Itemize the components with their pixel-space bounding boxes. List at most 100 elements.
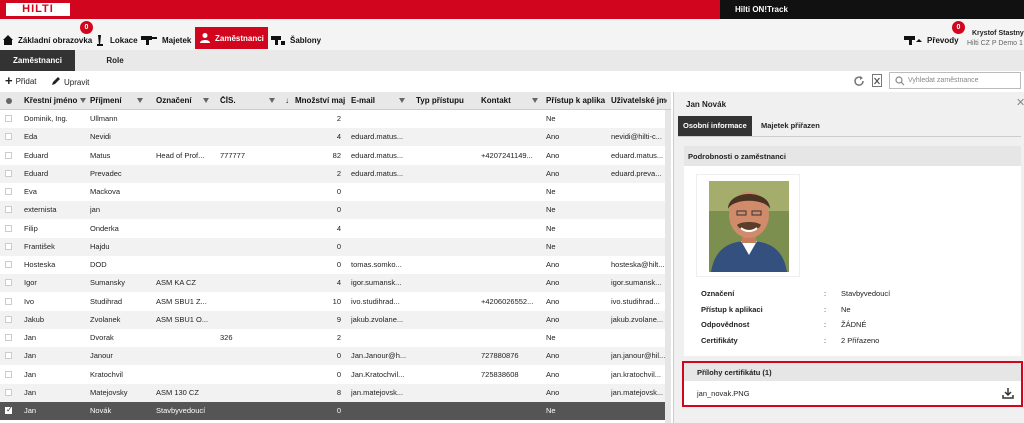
table-row[interactable]: Dominik, Ing. Ullmann 2 Ne [0, 110, 671, 128]
filter-icon[interactable] [269, 98, 275, 103]
nav-home[interactable]: Základní obrazovka [2, 29, 92, 51]
table-cell: jan.matejovsk... [351, 387, 404, 397]
col-first-name[interactable]: Křestní jméno [24, 96, 80, 105]
table-cell: 2 [336, 333, 341, 342]
table-row[interactable]: Eva Mackova 0 Ne [0, 183, 671, 201]
filter-icon[interactable] [137, 98, 143, 103]
nav-locations[interactable]: Lokace [94, 29, 138, 51]
table-cell: tomas.somko... [351, 260, 402, 269]
edit-button[interactable]: Upravit [51, 76, 89, 88]
table-row[interactable]: František Hajdu 0 Ne [0, 237, 671, 256]
add-button[interactable]: + Přidat [5, 74, 37, 87]
row-checkbox[interactable] [5, 315, 12, 323]
col-email[interactable]: E-mail [351, 96, 399, 105]
table-cell: 4 [336, 132, 341, 142]
product-name: Hilti ON!Track [735, 5, 788, 14]
close-icon[interactable]: ✕ [1016, 96, 1024, 109]
tab-assigned-assets[interactable]: Majetek přiřazen [756, 116, 825, 136]
col-number[interactable]: ČÍS. [220, 96, 266, 105]
table-row[interactable]: Jan Kratochvil 0 Jan.Kratochvil... 725838608… [0, 366, 671, 384]
table-cell: Nevidi [90, 132, 111, 142]
hilti-logo: HILTI [6, 3, 70, 16]
user-name[interactable]: Krystof Stastny [972, 30, 1024, 37]
table-cell: 0 [336, 187, 341, 196]
attachment-file-link[interactable]: jan_novak.PNG [697, 389, 750, 398]
table-row[interactable]: Ivo Studihrad ASM SBU1 Z... 10 ivo.studihrad… [0, 293, 671, 311]
filter-icon[interactable] [203, 98, 209, 103]
row-checkbox[interactable] [5, 261, 12, 268]
row-checkbox[interactable] [5, 151, 12, 159]
table-cell: ASM SBU1 O... [156, 314, 209, 324]
field-app-access-value: Ne [841, 305, 851, 314]
col-access-type[interactable]: Typ přístupu [416, 96, 472, 105]
row-checkbox[interactable] [5, 279, 12, 287]
table-cell: Mackova [90, 187, 121, 196]
table-cell: eduard.matus... [351, 150, 404, 160]
search-input[interactable]: Vyhledat zaměstnance [889, 72, 1021, 89]
col-designation[interactable]: Označení [156, 96, 202, 105]
row-checkbox[interactable] [5, 169, 12, 177]
field-certificates-value: 2 Přiřazeno [841, 336, 880, 345]
row-checkbox[interactable] [5, 224, 12, 232]
table-row[interactable]: Hosteska DOD 0 tomas.somko... Ano hosteska@hi… [0, 256, 671, 274]
row-checkbox[interactable] [5, 188, 12, 195]
row-checkbox[interactable] [5, 133, 12, 141]
col-asset-count[interactable]: Množství maj [295, 96, 345, 105]
table-cell: ASM KA CZ [156, 278, 197, 288]
nav-templates[interactable]: Šablony [270, 29, 321, 51]
table-row[interactable]: Igor Sumansky ASM KA CZ 4 igor.sumansk... Ano… [0, 274, 671, 293]
table-cell: František [24, 241, 55, 251]
header-select-all[interactable] [6, 98, 12, 104]
row-checkbox[interactable] [5, 352, 12, 360]
table-row-selected[interactable]: Jan Novák Stavbyvedoucí 0 Ne [0, 402, 671, 420]
row-checkbox[interactable] [5, 115, 12, 122]
table-row[interactable]: Eduard Matus Head of Prof... 777777 82 eduard… [0, 147, 671, 165]
filter-icon[interactable] [532, 98, 538, 103]
table-row[interactable]: Jan Matejovsky ASM 130 CZ 8 jan.matejovsk...… [0, 383, 671, 402]
filter-icon[interactable] [399, 98, 405, 103]
table-row[interactable]: Eda Nevidi 4 eduard.matus... Ano nevidi@hilti… [0, 128, 671, 147]
row-checkbox[interactable] [5, 370, 12, 378]
table-cell: Jan [24, 369, 37, 379]
table-cell: Ullmann [90, 114, 118, 123]
table-cell: Ano [546, 369, 560, 379]
nav-assets[interactable]: Majetek [140, 29, 191, 51]
row-checkbox[interactable] [5, 405, 13, 414]
table-row[interactable]: externista jan 0 Ne [0, 201, 671, 220]
nav-employees[interactable]: Zaměstnanci [195, 27, 268, 49]
row-checkbox[interactable] [5, 334, 12, 341]
col-username[interactable]: Uživatelské jmé [611, 96, 667, 105]
table-cell: 0 [336, 351, 341, 361]
table-row[interactable]: Filip Onderka 4 Ne [0, 220, 671, 238]
table-cell: hosteska@hilt... [611, 260, 665, 269]
download-icon[interactable] [1002, 387, 1014, 399]
certificate-attachments: Přílohy certifikátu (1) jan_novak.PNG [682, 361, 1023, 407]
col-last-name[interactable]: Příjmení [90, 96, 136, 105]
tab-roles[interactable]: Role [90, 50, 140, 71]
table-row[interactable]: Eduard Prevadec 2 eduard.matus... Ano eduard.… [0, 164, 671, 183]
table-cell: ivo.studihrad... [351, 296, 400, 306]
sort-icon[interactable]: ↓ [285, 96, 289, 105]
filter-icon[interactable] [80, 98, 86, 103]
row-checkbox[interactable] [5, 242, 12, 250]
table-row[interactable]: Jakub Zvolanek ASM SBU1 O... 9 jakub.zvolane… [0, 310, 671, 329]
row-checkbox[interactable] [5, 297, 12, 305]
tab-employees[interactable]: Zaměstnanci [0, 50, 75, 71]
tab-personal-info[interactable]: Osobní informace [678, 116, 752, 136]
col-contact[interactable]: Kontakt [481, 96, 531, 105]
attachments-title: Přílohy certifikátu (1) [684, 363, 1021, 381]
row-checkbox[interactable] [5, 206, 12, 214]
nav-transfers[interactable]: Převody [903, 29, 959, 51]
table-cell: 0 [336, 369, 341, 379]
template-icon [270, 34, 286, 46]
excel-export-icon[interactable] [872, 74, 882, 87]
table-row[interactable]: Jan Janour 0 Jan.Janour@h... 727880876 Ano jan… [0, 347, 671, 366]
table-scrollbar[interactable] [665, 110, 671, 423]
table-cell: Ne [546, 205, 556, 215]
table-row[interactable]: Jan Dvorak 326 2 Ne [0, 329, 671, 347]
row-checkbox[interactable] [5, 388, 12, 396]
table-cell: jan [90, 205, 101, 215]
add-button-label: Přidat [15, 76, 37, 86]
col-app-access[interactable]: Přístup k aplika [546, 96, 606, 105]
refresh-icon[interactable] [853, 75, 865, 87]
